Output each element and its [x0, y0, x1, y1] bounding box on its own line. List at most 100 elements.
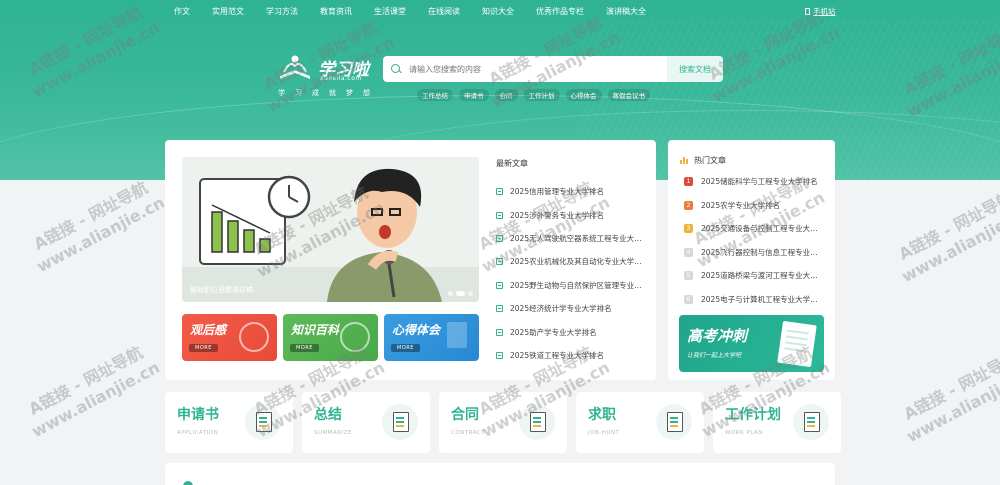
category-summarize[interactable]: 总结 SUMMARIZE — [302, 392, 430, 453]
tile-experience[interactable]: 心得体会 MORE — [384, 314, 479, 361]
carousel-dots — [448, 291, 473, 296]
nav-item-knowledge[interactable]: 知识大全 — [482, 6, 514, 17]
search-icon — [383, 56, 409, 82]
list-item[interactable]: 2 2025农学专业大学排名 — [684, 194, 824, 218]
watermark: A链接 - 网址导航 www.alianjie.cn — [30, 177, 168, 276]
list-item[interactable]: 2025涉外警务专业大学排名 — [496, 203, 646, 226]
list-item[interactable]: 2025铁道工程专业大学排名 — [496, 344, 646, 367]
category-subtitle: CONTRACT — [451, 430, 486, 436]
magnifier-resume-icon — [656, 404, 692, 440]
carousel-caption: 最新职位竞聘演讲稿 — [190, 286, 253, 294]
tile-viewing-impressions[interactable]: 观后感 MORE — [182, 314, 277, 361]
list-item[interactable]: 2025助产学专业大学排名 — [496, 320, 646, 343]
category-cards: 申请书 APPLICATION 总结 SUMMARIZE 合同 CONTRACT… — [165, 392, 841, 453]
logo-slogan: 学习成就梦想 — [278, 89, 380, 97]
category-job-hunt[interactable]: 求职 JOB-HUNT — [576, 392, 704, 453]
next-section-card — [165, 463, 835, 485]
list-item[interactable]: 42025飞行器控制与信息工程专业大学排名 — [684, 241, 824, 265]
hot-search-tags: 工作总结 申请书 合同 工作计划 心得体会 寒假会议书 — [417, 89, 650, 101]
category-title: 求职 — [588, 407, 616, 423]
category-title: 申请书 — [177, 407, 219, 423]
category-application[interactable]: 申请书 APPLICATION — [165, 392, 293, 453]
latest-articles-heading: 最新文章 — [496, 159, 528, 168]
carousel-dot[interactable] — [448, 291, 453, 296]
tile-encyclopedia[interactable]: 知识百科 MORE — [283, 314, 378, 361]
nav-item-works[interactable]: 优秀作品专栏 — [536, 6, 584, 17]
category-subtitle: JOB-HUNT — [588, 430, 620, 436]
category-subtitle: WORK PLAN — [725, 430, 763, 436]
category-title: 工作计划 — [725, 407, 781, 423]
carousel-dot[interactable] — [468, 291, 473, 296]
article-icon — [496, 211, 503, 219]
rank-badge: 4 — [684, 247, 693, 257]
category-subtitle: SUMMARIZE — [314, 430, 352, 436]
tile-title: 知识百科 — [291, 323, 340, 337]
hot-tag[interactable]: 寒假会议书 — [607, 89, 650, 101]
article-icon — [496, 258, 503, 266]
list-item[interactable]: 6 2025电子与计算机工程专业大学排名 — [684, 288, 824, 312]
rank-badge: 2 — [684, 200, 693, 210]
list-item[interactable]: 2025经济统计学专业大学排名 — [496, 297, 646, 320]
handshake-icon — [519, 404, 555, 440]
book-logo-icon — [280, 55, 310, 79]
film-reel-icon — [239, 322, 269, 352]
category-subtitle: APPLICATION — [177, 430, 219, 436]
nav-item-speech[interactable]: 演讲稿大全 — [606, 6, 646, 17]
hot-articles-heading: 热门文章 — [694, 156, 726, 165]
carousel-dot-active[interactable] — [456, 291, 465, 296]
hot-tag[interactable]: 申请书 — [459, 89, 489, 101]
tile-more: MORE — [290, 344, 319, 352]
book-icon — [340, 322, 370, 352]
rank-badge: 1 — [684, 177, 693, 187]
hot-articles-header: 热门文章 — [680, 155, 726, 166]
list-item[interactable]: 2025野生动物与自然保护区管理专业大学排名 — [496, 274, 646, 297]
hot-tag[interactable]: 工作总结 — [417, 89, 453, 101]
latest-articles-list: 2025信用管理专业大学排名 2025涉外警务专业大学排名 2025无人驾驶航空… — [496, 180, 646, 367]
watermark: A链接 - 网址导航 www.alianjie.cn — [25, 342, 163, 441]
tile-title: 观后感 — [190, 323, 227, 337]
category-work-plan[interactable]: 工作计划 WORK PLAN — [713, 392, 841, 453]
featured-carousel[interactable]: 最新职位竞聘演讲稿 — [182, 157, 479, 302]
list-item[interactable]: 2025无人驾驶航空器系统工程专业大学排名 — [496, 227, 646, 250]
section-icon — [183, 481, 193, 485]
category-title: 合同 — [451, 407, 479, 423]
hot-tag[interactable]: 工作计划 — [523, 89, 560, 101]
search-button[interactable]: 搜索文档 — [667, 56, 723, 82]
watermark: A链接 - 网址导航 www.alianjie.cn — [900, 347, 1000, 446]
nav-item-reading[interactable]: 在线阅读 — [428, 6, 460, 17]
nav-item-study-method[interactable]: 学习方法 — [266, 6, 298, 17]
top-navigation: 作文 实用范文 学习方法 教育资讯 生活课堂 在线阅读 知识大全 优秀作品专栏 … — [174, 6, 668, 17]
gaokao-promo-banner[interactable]: 高考冲刺 让我们一起上大学吧 — [679, 315, 824, 372]
article-icon — [496, 234, 503, 242]
promo-title: 高考冲刺 — [687, 327, 748, 345]
rank-badge: 3 — [684, 224, 693, 234]
document-icon — [447, 322, 467, 348]
list-item[interactable]: 2025农业机械化及其自动化专业大学排名 — [496, 250, 646, 273]
main-content-card: 最新职位竞聘演讲稿 观后感 MORE 知识百科 MORE 心得体会 MORE 最… — [165, 140, 656, 380]
feature-tiles: 观后感 MORE 知识百科 MORE 心得体会 MORE — [182, 314, 479, 361]
category-title: 总结 — [314, 407, 342, 423]
mobile-site-link[interactable]: 手机站 — [805, 6, 836, 17]
hot-tag[interactable]: 心得体会 — [565, 89, 602, 101]
article-icon — [496, 328, 503, 336]
article-icon — [496, 305, 503, 313]
nav-item-life[interactable]: 生活课堂 — [374, 6, 406, 17]
nav-item-essay[interactable]: 作文 — [174, 6, 190, 17]
nav-item-edu-news[interactable]: 教育资讯 — [320, 6, 352, 17]
list-item[interactable]: 3 2025交通设备与控制工程专业大学排名 — [684, 217, 824, 241]
carousel-illustration — [182, 157, 479, 302]
rank-badge: 5 — [684, 271, 693, 281]
search-input[interactable] — [409, 56, 667, 82]
list-item[interactable]: 5 2025道路桥梁与渡河工程专业大学排名 — [684, 264, 824, 288]
hot-tag[interactable]: 合同 — [494, 89, 518, 101]
tile-more: MORE — [391, 344, 420, 352]
hot-articles-list: 1 2025储能科学与工程专业大学排名 2 2025农学专业大学排名 3 2025交通… — [684, 170, 824, 311]
exam-paper-icon — [777, 320, 817, 368]
nav-item-practical[interactable]: 实用范文 — [212, 6, 244, 17]
tile-title: 心得体会 — [392, 323, 441, 337]
list-item[interactable]: 1 2025储能科学与工程专业大学排名 — [684, 170, 824, 194]
mobile-site-label: 手机站 — [813, 7, 836, 16]
category-contract[interactable]: 合同 CONTRACT — [439, 392, 567, 453]
list-item[interactable]: 2025信用管理专业大学排名 — [496, 180, 646, 203]
document-icon — [245, 404, 281, 440]
